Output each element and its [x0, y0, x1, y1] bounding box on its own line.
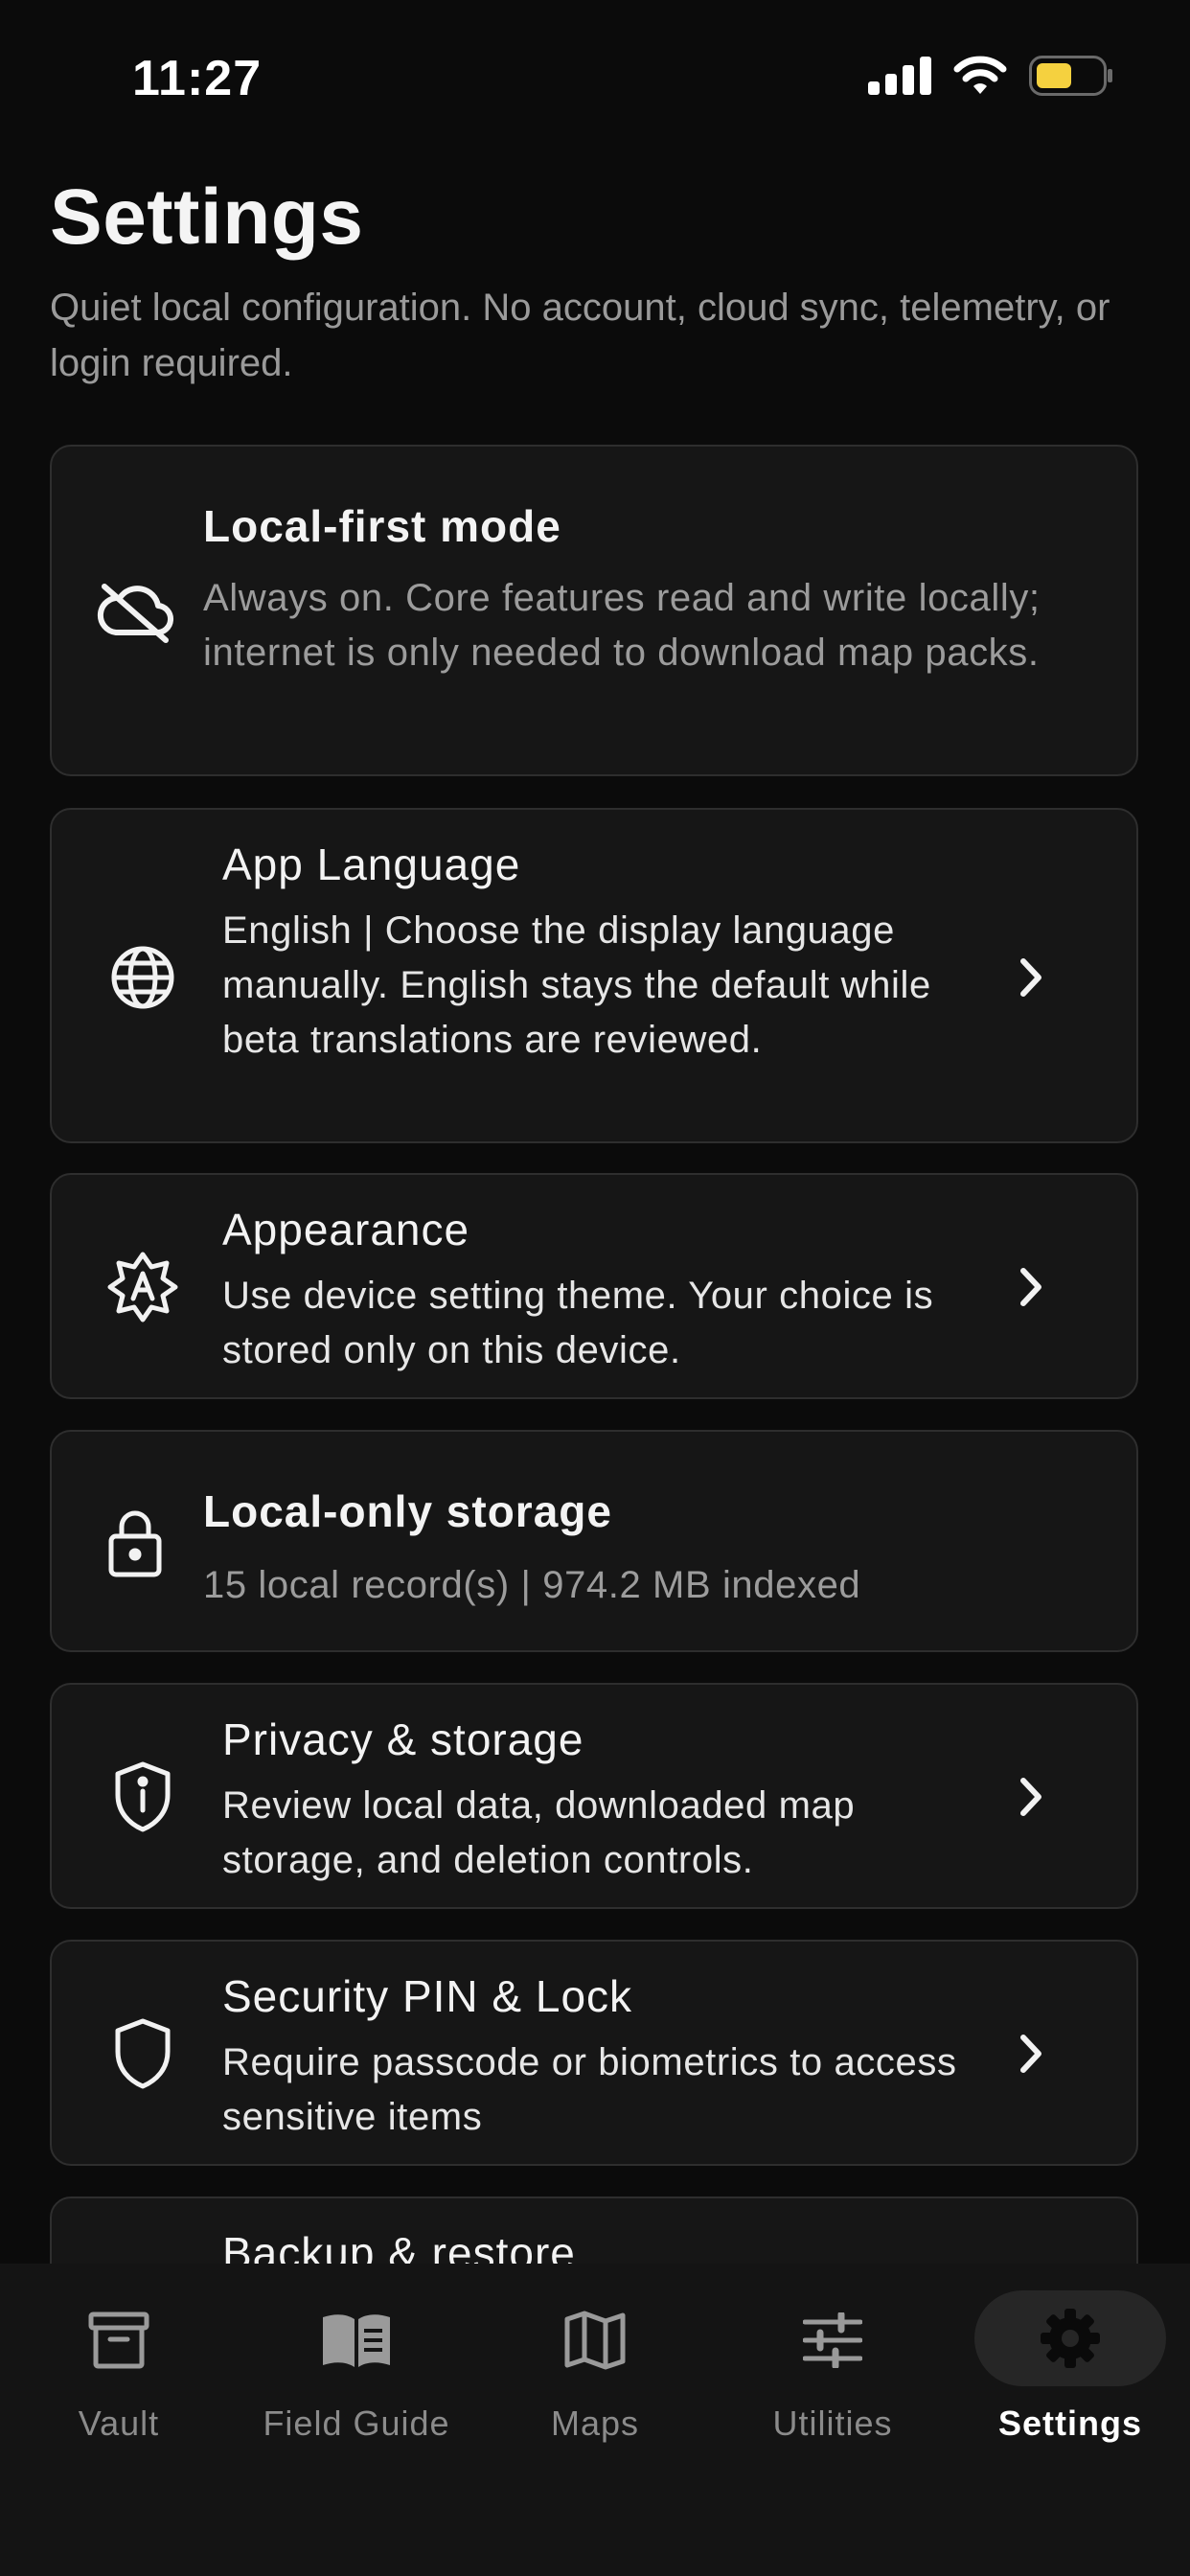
page-subtitle: Quiet local configuration. No account, c…	[50, 287, 1110, 384]
status-icons	[868, 56, 1113, 96]
privacy-shield-icon	[100, 1754, 186, 1840]
tab-label: Field Guide	[263, 2404, 450, 2443]
local-only-storage-card: Local-only storage 15 local record(s) | …	[50, 1430, 1138, 1652]
card-title: Local-first mode	[203, 501, 561, 551]
card-description: 15 local record(s) | 974.2 MB indexed	[203, 1564, 861, 1606]
tab-vault[interactable]: Vault	[13, 2264, 224, 2455]
cloud-off-icon	[92, 569, 178, 656]
appearance-icon	[100, 1244, 186, 1330]
chevron-right-icon	[1020, 2035, 1041, 2073]
tab-settings[interactable]: Settings	[965, 2264, 1176, 2455]
card-title: Appearance	[222, 1205, 470, 1254]
gear-icon	[974, 2290, 1166, 2386]
book-icon	[304, 2300, 409, 2380]
tab-maps[interactable]: Maps	[490, 2264, 700, 2455]
card-description: Always on. Core features read and write …	[203, 577, 1041, 674]
chevron-right-icon	[1020, 958, 1041, 997]
tab-utilities[interactable]: Utilities	[727, 2264, 938, 2455]
privacy-storage-card[interactable]: Privacy & storage Review local data, dow…	[50, 1683, 1138, 1909]
chevron-right-icon	[1020, 1268, 1041, 1306]
tab-label: Utilities	[772, 2404, 893, 2443]
tab-label: Maps	[550, 2404, 640, 2443]
local-first-mode-card: Local-first mode Always on. Core feature…	[50, 445, 1138, 776]
battery-icon	[1029, 56, 1112, 96]
cellular-signal-icon	[868, 57, 931, 95]
archive-icon	[66, 2300, 172, 2380]
security-pin-lock-card[interactable]: Security PIN & Lock Require passcode or …	[50, 1940, 1138, 2166]
tab-label: Settings	[997, 2404, 1142, 2443]
card-title: App Language	[222, 840, 521, 889]
lock-icon	[92, 1499, 178, 1585]
bottom-tab-bar: Vault Field Guide Maps Utilities Setting…	[0, 2264, 1190, 2576]
map-icon	[542, 2300, 648, 2380]
card-description: English | Choose the display language ma…	[222, 909, 931, 1061]
chevron-right-icon	[1020, 1778, 1041, 1816]
tab-label: Vault	[78, 2404, 160, 2443]
status-bar: 11:27	[0, 0, 1190, 153]
card-title: Security PIN & Lock	[222, 1971, 633, 2021]
shield-icon	[100, 2011, 186, 2097]
appearance-card[interactable]: Appearance Use device setting theme. You…	[50, 1173, 1138, 1399]
app-language-card[interactable]: App Language English | Choose the displa…	[50, 808, 1138, 1143]
card-title: Local-only storage	[203, 1486, 612, 1536]
globe-icon	[100, 934, 186, 1021]
card-description: Require passcode or biometrics to access…	[222, 2041, 957, 2138]
card-description: Review local data, downloaded map storag…	[222, 1784, 856, 1881]
card-title: Privacy & storage	[222, 1714, 584, 1764]
page-title: Settings	[50, 173, 364, 261]
wifi-icon	[953, 56, 1007, 94]
tab-field-guide[interactable]: Field Guide	[251, 2264, 462, 2455]
status-time: 11:27	[132, 51, 263, 106]
sliders-icon	[780, 2300, 885, 2380]
card-description: Use device setting theme. Your choice is…	[222, 1275, 934, 1371]
